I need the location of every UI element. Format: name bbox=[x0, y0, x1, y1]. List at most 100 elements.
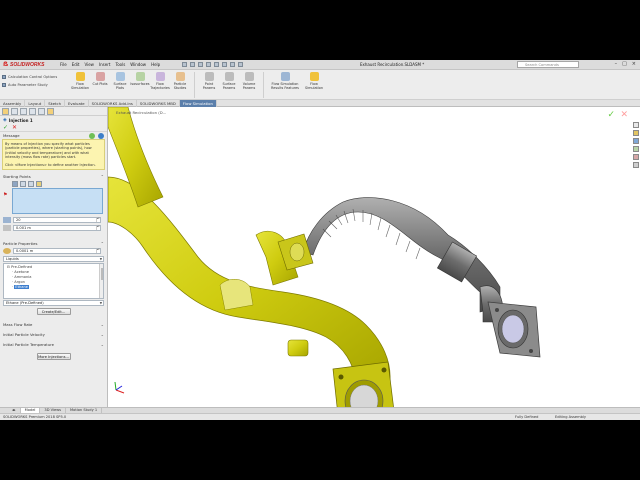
menu-window[interactable]: Window bbox=[130, 62, 146, 67]
ok-button[interactable]: ✓ bbox=[3, 124, 8, 131]
particle-properties-header[interactable]: Particle Properties ⌃ bbox=[0, 240, 107, 247]
material-type-select[interactable]: Liquids ▼ bbox=[3, 256, 104, 263]
tab-mbd[interactable]: SOLIDWORKS MBD bbox=[137, 100, 180, 107]
confirm-corner-cancel-icon[interactable]: ✕ bbox=[620, 110, 628, 120]
message-text: By means of Injection you specify what p… bbox=[5, 142, 92, 160]
save-icon[interactable] bbox=[198, 62, 203, 67]
dim-xpert-icon[interactable] bbox=[29, 107, 36, 115]
starting-points-listbox[interactable] bbox=[12, 188, 103, 215]
surface-plots-button[interactable]: Surface Plots bbox=[110, 72, 130, 98]
preview-icon[interactable] bbox=[89, 133, 95, 139]
resources-icon[interactable] bbox=[633, 122, 639, 128]
flow-sim-menu-icon bbox=[309, 72, 319, 81]
exhaust-duct[interactable] bbox=[108, 107, 396, 407]
print-icon[interactable] bbox=[206, 62, 211, 67]
solidworks-window: ẞ SOLIDWORKS File Edit View Insert Tools… bbox=[0, 60, 640, 420]
points-spacing-row: 0.001 m ▴▾ bbox=[0, 224, 107, 232]
window-controls: – □ × bbox=[615, 61, 636, 67]
menu-edit[interactable]: Edit bbox=[72, 62, 80, 67]
options-icon[interactable] bbox=[238, 62, 243, 67]
initial-velocity-header[interactable]: Initial Particle Velocity ⌄ bbox=[0, 331, 107, 338]
feature-breadcrumb[interactable]: Exhaust Recirculation (D... bbox=[116, 110, 166, 115]
config-manager-icon[interactable] bbox=[20, 107, 27, 115]
display-manager-icon[interactable] bbox=[38, 107, 45, 115]
appearances-icon[interactable] bbox=[633, 154, 639, 160]
view-palette-icon[interactable] bbox=[633, 146, 639, 152]
title-bar: ẞ SOLIDWORKS File Edit View Insert Tools… bbox=[0, 60, 640, 70]
starting-point-type-icons bbox=[0, 180, 107, 188]
volume-params-button[interactable]: Volume Params bbox=[239, 72, 259, 98]
close-icon[interactable]: × bbox=[632, 61, 636, 67]
menu-help[interactable]: Help bbox=[151, 62, 160, 67]
starting-points-header[interactable]: Starting Points ⌃ bbox=[0, 173, 107, 180]
confirm-corner-check-icon[interactable]: ✓ bbox=[607, 110, 615, 120]
property-manager-icon[interactable] bbox=[11, 107, 18, 115]
help-icons bbox=[89, 133, 104, 139]
maximize-icon[interactable]: □ bbox=[622, 61, 627, 67]
tab-sketch[interactable]: Sketch bbox=[45, 100, 66, 107]
ds-logo-icon: ẞ bbox=[3, 61, 9, 68]
surface-params-button[interactable]: Surface Params bbox=[219, 72, 239, 98]
menu-view[interactable]: View bbox=[84, 62, 94, 67]
tab-layout[interactable]: Layout bbox=[25, 100, 46, 107]
tab-flow-simulation[interactable]: Flow Simulation bbox=[179, 100, 217, 107]
menu-file[interactable]: File bbox=[60, 62, 67, 67]
spinner-icon[interactable]: ▴▾ bbox=[96, 225, 100, 231]
rebuild-icon[interactable] bbox=[230, 62, 235, 67]
library-icon[interactable] bbox=[633, 130, 639, 136]
list-item-selected[interactable]: · Ethane bbox=[6, 285, 101, 290]
flow-analysis-tree-icon[interactable] bbox=[47, 107, 54, 115]
tab-addins[interactable]: SOLIDWORKS Add-Ins bbox=[89, 100, 137, 107]
initial-temperature-header[interactable]: Initial Particle Temperature ⌄ bbox=[0, 341, 107, 348]
mass-flow-rate-header[interactable]: Mass Flow Rate ⌄ bbox=[0, 321, 107, 328]
isosurfaces-button[interactable]: Isosurfaces bbox=[130, 72, 150, 98]
file-explorer-icon[interactable] bbox=[633, 138, 639, 144]
material-list[interactable]: ⊟ Pre-Defined · Acetone · Ammonia · Argo… bbox=[3, 263, 104, 300]
list-scrollbar[interactable] bbox=[99, 264, 103, 299]
cancel-button[interactable]: ✕ bbox=[12, 124, 17, 131]
feature-tree-icon[interactable] bbox=[2, 107, 9, 115]
menu-insert[interactable]: Insert bbox=[99, 62, 110, 67]
help-icon[interactable] bbox=[98, 133, 104, 139]
point-select-icon[interactable] bbox=[20, 181, 26, 188]
points-spacing-input[interactable]: 0.001 m ▴▾ bbox=[13, 225, 101, 232]
diameter-input[interactable]: 0.0001 m ▴▾ bbox=[13, 248, 101, 255]
calculation-control-options[interactable]: Calculation Control Options bbox=[2, 74, 57, 80]
flow-simulation-button[interactable]: Flow Simulation bbox=[70, 72, 90, 98]
new-icon[interactable] bbox=[182, 62, 187, 67]
open-icon[interactable] bbox=[190, 62, 195, 67]
line-select-icon[interactable] bbox=[28, 181, 34, 188]
custom-properties-icon[interactable] bbox=[633, 162, 639, 168]
isosurface-icon bbox=[135, 72, 145, 81]
results-features-button[interactable]: Flow Simulation Results Features bbox=[268, 72, 302, 98]
coordinate-select-icon[interactable] bbox=[36, 181, 42, 188]
flex-hose[interactable] bbox=[302, 197, 501, 313]
assembly-model[interactable] bbox=[108, 107, 640, 407]
solidworks-logo[interactable]: ẞ SOLIDWORKS bbox=[3, 61, 44, 69]
material-source-select[interactable]: Ethane (Pre-Defined) ▼ bbox=[3, 300, 104, 307]
spinner-icon[interactable]: ▴▾ bbox=[96, 248, 100, 254]
spinner-icon[interactable]: ▴▾ bbox=[96, 217, 100, 223]
minimize-icon[interactable]: – bbox=[615, 61, 618, 67]
flow-simulation-menu-button[interactable]: Flow Simulation bbox=[302, 72, 326, 98]
flow-trajectories-button[interactable]: Flow Trajectories bbox=[150, 72, 170, 98]
more-injections-button[interactable]: More Injections... bbox=[36, 353, 71, 361]
cut-plots-button[interactable]: Cut Plots bbox=[90, 72, 110, 98]
elbow-flange[interactable] bbox=[479, 285, 541, 358]
search-commands-input[interactable]: Search Commands bbox=[517, 61, 579, 68]
status-bar: SOLIDWORKS Premium 2018 SP5.0 Fully Defi… bbox=[0, 413, 640, 420]
auto-parameter-study[interactable]: Auto Parameter Study bbox=[2, 82, 57, 88]
create-edit-button[interactable]: Create/Edit... bbox=[36, 308, 71, 316]
menu-tools[interactable]: Tools bbox=[115, 62, 125, 67]
graphics-area[interactable] bbox=[108, 107, 640, 407]
face-select-icon[interactable] bbox=[12, 181, 18, 188]
select-icon[interactable] bbox=[222, 62, 227, 67]
undo-icon[interactable] bbox=[214, 62, 219, 67]
property-manager: ◈ Injection 1 ✓ ✕ Message ⌃ By means of … bbox=[0, 107, 108, 411]
point-params-button[interactable]: Point Params bbox=[199, 72, 219, 98]
tab-evaluate[interactable]: Evaluate bbox=[65, 100, 89, 107]
tab-assembly[interactable]: Assembly bbox=[0, 100, 26, 107]
particle-icon bbox=[175, 72, 185, 81]
particle-studies-button[interactable]: Particle Studies bbox=[170, 72, 190, 98]
points-count-input[interactable]: 20 ▴▾ bbox=[13, 217, 101, 224]
